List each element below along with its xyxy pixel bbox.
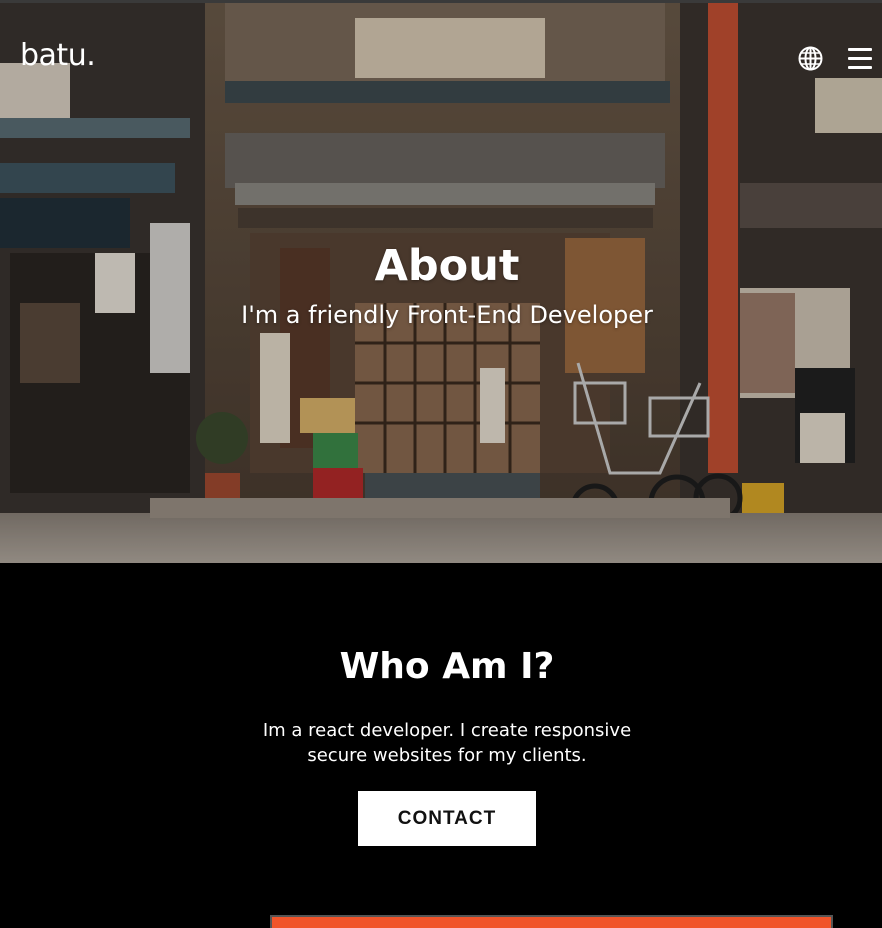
- brand-logo[interactable]: batu.: [20, 41, 96, 71]
- contact-button[interactable]: CONTACT: [358, 791, 536, 846]
- about-heading: Who Am I?: [339, 646, 555, 687]
- page-title: About: [374, 241, 520, 291]
- orange-banner: [270, 915, 833, 928]
- page: batu. About I'm a friendly Front-End Dev…: [0, 0, 882, 928]
- page-subtitle: I'm a friendly Front-End Developer: [241, 301, 653, 329]
- menu-line-top: [848, 48, 872, 51]
- hamburger-menu-icon[interactable]: [848, 48, 872, 70]
- hero-section: batu. About I'm a friendly Front-End Dev…: [0, 0, 882, 563]
- menu-line-middle: [848, 57, 872, 60]
- menu-line-bottom: [848, 66, 872, 69]
- about-description: Im a react developer. I create responsiv…: [262, 720, 632, 766]
- globe-icon[interactable]: [798, 46, 823, 71]
